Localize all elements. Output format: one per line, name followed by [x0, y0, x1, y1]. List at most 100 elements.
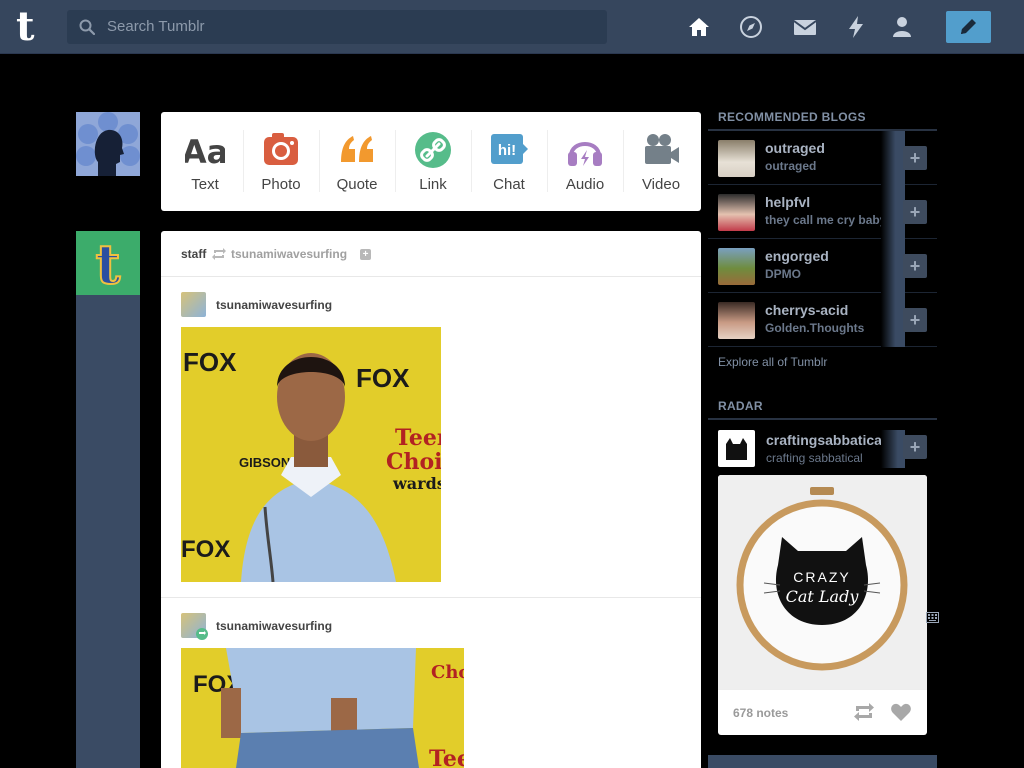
search-field[interactable]: Search Tumblr — [67, 10, 607, 44]
keyboard-shortcuts-icon[interactable] — [926, 612, 939, 623]
radar-post: CRAZY Cat Lady 678 notes — [718, 475, 927, 735]
photo-brand-text: FOX — [356, 363, 410, 393]
follow-plus-icon[interactable]: + — [360, 249, 371, 260]
blog-avatar[interactable] — [718, 248, 755, 285]
post-avatar[interactable] — [181, 292, 206, 317]
explore-icon[interactable] — [738, 14, 764, 40]
camera-icon — [264, 133, 298, 165]
post-type-label: Quote — [336, 176, 378, 193]
pencil-icon — [961, 19, 976, 34]
inbox-icon[interactable] — [792, 14, 818, 40]
post-username[interactable]: tsunamiwavesurfing — [216, 619, 332, 633]
top-navigation-bar: t Search Tumblr — [0, 0, 1024, 54]
post-type-label: Link — [419, 176, 447, 193]
compose-button[interactable] — [946, 11, 991, 43]
radar-post-image[interactable]: CRAZY Cat Lady — [718, 475, 927, 689]
row-fade — [881, 185, 905, 239]
section-rule — [708, 418, 937, 420]
post-type-selector: Aa Text Photo Quote Link hi! Chat Audio … — [161, 112, 701, 211]
photo-sponsor-text: GIBSON — [239, 455, 290, 470]
post-type-link[interactable]: Link — [395, 112, 471, 211]
blog-title: Golden.Thoughts — [765, 321, 865, 335]
post-type-video[interactable]: Video — [623, 112, 699, 211]
blog-avatar[interactable] — [718, 194, 755, 231]
post-type-label: Audio — [565, 176, 605, 193]
post-divider — [161, 597, 701, 598]
search-icon — [79, 19, 95, 35]
quote-icon — [341, 136, 373, 162]
post-type-chat[interactable]: hi! Chat — [471, 112, 547, 211]
follow-button[interactable]: + — [903, 254, 927, 278]
blog-avatar[interactable] — [718, 302, 755, 339]
post-type-label: Video — [641, 176, 681, 193]
post-photo[interactable]: FOX FOX FOX GIBSON Teen Choice wards — [181, 327, 441, 582]
notes-count[interactable]: 678 notes — [733, 706, 788, 720]
post-avatar[interactable] — [181, 613, 208, 640]
blog-avatar[interactable] — [718, 430, 755, 467]
headphones-icon — [568, 142, 602, 166]
blog-name[interactable]: outraged — [765, 140, 825, 156]
post-type-label: Chat — [493, 176, 525, 193]
recommended-blog-row[interactable]: engorged DPMO + — [708, 239, 937, 293]
photo-event-text: Teen — [429, 746, 464, 768]
reblog-badge-icon — [196, 628, 208, 640]
activity-icon[interactable] — [843, 14, 869, 40]
dashboard-post: staff tsunamiwavesurfing + tsunamiwavesu… — [161, 231, 701, 768]
text-icon: Aa — [185, 133, 225, 170]
recommended-blogs-heading: RECOMMENDED BLOGS — [718, 110, 866, 124]
blog-title: outraged — [765, 159, 817, 173]
avatar-sticky-column — [76, 295, 140, 768]
reblog-icon — [212, 248, 226, 260]
follow-button[interactable]: + — [903, 308, 927, 332]
heart-icon[interactable] — [891, 703, 911, 721]
blog-title: they call me cry baby — [765, 213, 887, 227]
follow-button[interactable]: + — [903, 200, 927, 224]
blog-name[interactable]: engorged — [765, 248, 829, 264]
follow-button[interactable]: + — [903, 146, 927, 170]
follow-button[interactable]: + — [903, 435, 927, 459]
post-type-text[interactable]: Aa Text — [167, 112, 243, 211]
post-type-quote[interactable]: Quote — [319, 112, 395, 211]
post-header: staff tsunamiwavesurfing + — [161, 231, 701, 277]
row-fade — [881, 430, 905, 468]
home-icon[interactable] — [686, 14, 712, 40]
post-photo[interactable]: FOX Choice Teen — [181, 648, 464, 768]
staff-avatar[interactable]: t — [76, 231, 140, 297]
explore-link[interactable]: Explore all of Tumblr — [718, 355, 827, 369]
staff-logo-image: t — [95, 231, 122, 297]
row-fade — [881, 239, 905, 293]
row-fade — [881, 131, 905, 185]
recommended-blog-row[interactable]: outraged outraged + — [708, 131, 937, 185]
blog-name[interactable]: craftingsabbatical — [766, 432, 886, 448]
reblogger-name[interactable]: staff — [181, 247, 206, 261]
cat-avatar-image — [726, 438, 747, 460]
search-placeholder: Search Tumblr — [107, 18, 205, 35]
photo-event-text: Teen — [395, 425, 441, 451]
reblogged-from-name[interactable]: tsunamiwavesurfing — [231, 247, 347, 261]
account-icon[interactable] — [889, 14, 915, 40]
embroidery-hoop-image: CRAZY Cat Lady — [718, 475, 927, 689]
post-type-photo[interactable]: Photo — [243, 112, 319, 211]
post-username[interactable]: tsunamiwavesurfing — [216, 298, 332, 312]
hoop-text: CRAZY — [793, 569, 850, 585]
hoop-text: Cat Lady — [786, 587, 860, 606]
photo-brand-text: FOX — [181, 536, 230, 563]
blog-title: crafting sabbatical — [766, 451, 863, 465]
tumblr-logo[interactable]: t — [16, 7, 48, 47]
radar-blog-row[interactable]: craftingsabbatical crafting sabbatical + — [708, 428, 937, 474]
reblog-icon[interactable] — [854, 703, 874, 721]
chat-icon: hi! — [491, 134, 528, 164]
svg-text:hi!: hi! — [498, 142, 516, 159]
blog-avatar[interactable] — [718, 140, 755, 177]
photo-event-text: Choice — [431, 662, 464, 683]
post-footer: 678 notes — [718, 689, 927, 735]
silhouette-avatar-image — [76, 112, 140, 176]
post-type-label: Photo — [261, 176, 301, 193]
post-type-audio[interactable]: Audio — [547, 112, 623, 211]
recommended-blog-row[interactable]: helpfvl they call me cry baby + — [708, 185, 937, 239]
blog-name[interactable]: cherrys-acid — [765, 302, 848, 318]
photo-image: FOX Choice Teen — [181, 648, 464, 768]
blog-name[interactable]: helpfvl — [765, 194, 810, 210]
my-avatar[interactable] — [76, 112, 140, 176]
recommended-blog-row[interactable]: cherrys-acid Golden.Thoughts + — [708, 293, 937, 347]
